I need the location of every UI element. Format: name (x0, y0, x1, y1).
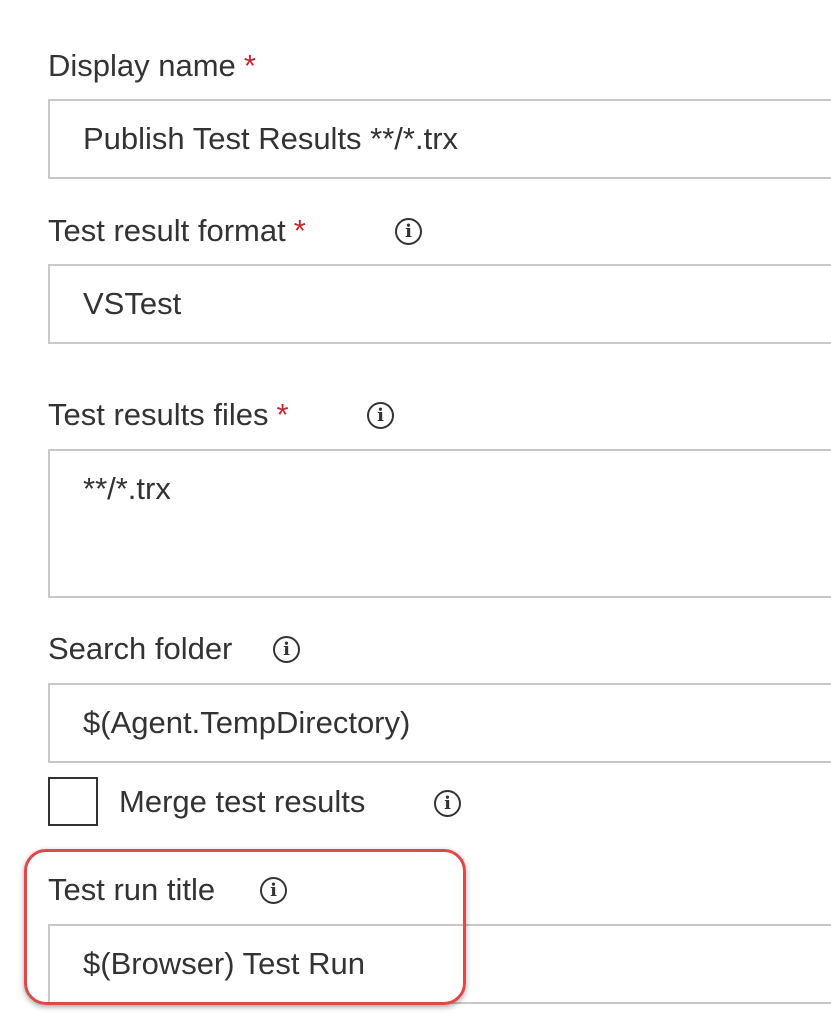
info-icon[interactable]: i (367, 402, 394, 429)
display-name-label: Display name * (48, 48, 256, 84)
required-asterisk: * (293, 213, 306, 248)
test-result-format-label: Test result format * (48, 213, 306, 249)
merge-test-results-checkbox[interactable] (48, 777, 98, 826)
test-result-format-value: VSTest (83, 286, 182, 321)
required-asterisk: * (243, 48, 256, 83)
search-folder-label: Search folder (48, 631, 232, 667)
test-result-format-label-text: Test result format (48, 213, 286, 248)
test-results-files-label-text: Test results files (48, 397, 269, 432)
info-icon[interactable]: i (273, 636, 300, 663)
required-asterisk: * (276, 397, 289, 432)
test-results-files-textarea[interactable]: **/*.trx (48, 449, 831, 598)
test-results-files-label: Test results files * (48, 397, 289, 433)
search-folder-input[interactable]: $(Agent.TempDirectory) (48, 683, 831, 763)
display-name-value: Publish Test Results **/*.trx (83, 121, 459, 156)
merge-test-results-label[interactable]: Merge test results (119, 784, 365, 820)
test-results-files-value: **/*.trx (83, 471, 171, 506)
info-icon[interactable]: i (395, 218, 422, 245)
search-folder-label-text: Search folder (48, 631, 233, 666)
info-icon[interactable]: i (434, 790, 461, 817)
search-folder-value: $(Agent.TempDirectory) (83, 705, 411, 740)
test-result-format-select[interactable]: VSTest (48, 264, 831, 344)
display-name-label-text: Display name (48, 48, 236, 83)
highlight-annotation (24, 849, 466, 1005)
display-name-input[interactable]: Publish Test Results **/*.trx (48, 99, 831, 179)
merge-test-results-label-text: Merge test results (119, 784, 366, 819)
